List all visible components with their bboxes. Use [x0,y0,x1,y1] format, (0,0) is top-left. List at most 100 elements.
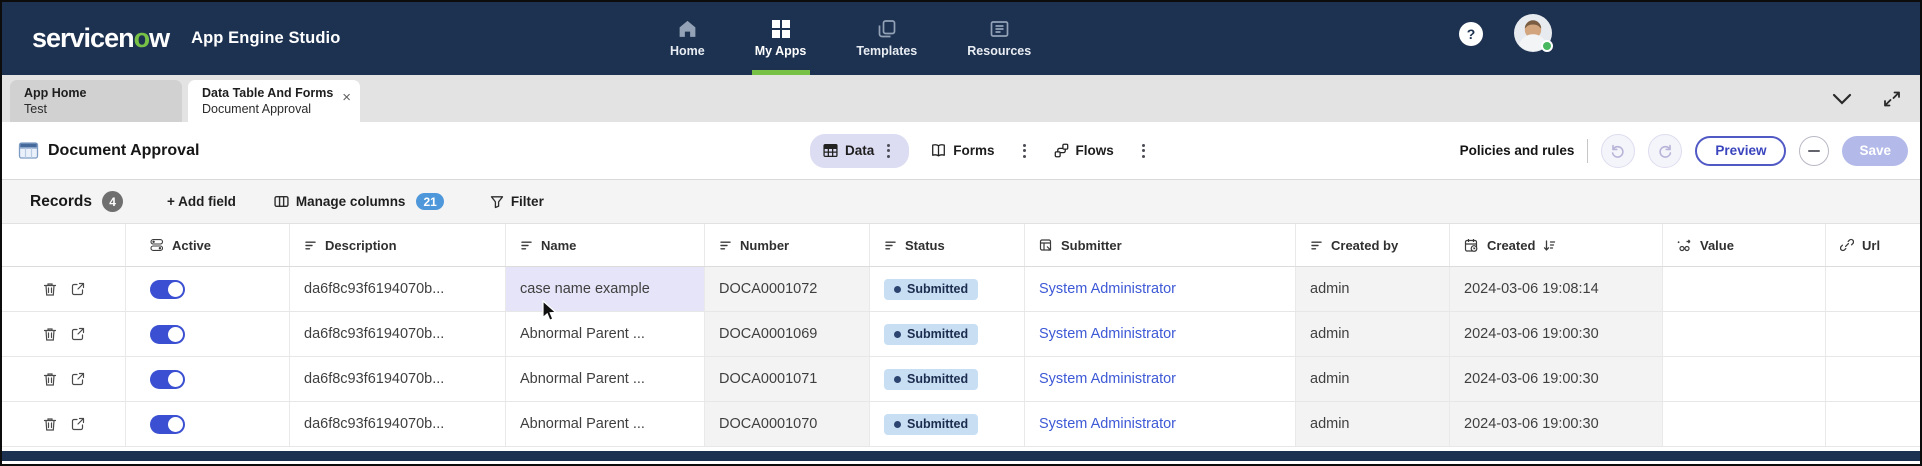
column-header-value[interactable]: Value [1663,224,1826,266]
description-cell[interactable]: da6f8c93f6194070b... [290,402,506,446]
url-cell[interactable] [1826,312,1920,356]
name-cell-selected[interactable]: case name example [506,267,705,311]
value-cell[interactable] [1663,357,1826,401]
submitter-cell: System Administrator [1025,402,1296,446]
nav-item-my-apps[interactable]: My Apps [749,2,813,75]
column-label-created: Created [1487,238,1535,253]
manage-columns-button[interactable]: Manage columns 21 [274,193,444,210]
name-cell[interactable]: Abnormal Parent ... [506,402,705,446]
row-actions-cell [2,312,126,356]
column-label-number: Number [740,238,789,253]
records-toolbar: Records 4 + Add field Manage columns 21 … [2,180,1920,224]
status-cell[interactable]: Submitted [870,402,1025,446]
status-label: Submitted [907,282,968,296]
row-actions-cell [2,357,126,401]
chevron-down-icon[interactable] [1832,93,1852,105]
flows-view-icon [1054,143,1069,158]
description-cell[interactable]: da6f8c93f6194070b... [290,267,506,311]
url-cell[interactable] [1826,267,1920,311]
tab-app-home-subtitle: Test [24,101,168,117]
active-toggle-on[interactable] [150,415,185,434]
resources-icon [989,19,1010,39]
description-cell[interactable]: da6f8c93f6194070b... [290,312,506,356]
active-toggle-on[interactable] [150,325,185,344]
value-cell[interactable] [1663,267,1826,311]
status-cell[interactable]: Submitted [870,312,1025,356]
flows-options-kebab-icon[interactable] [1136,140,1151,162]
url-cell[interactable] [1826,402,1920,446]
delete-record-icon[interactable] [43,327,57,342]
created-cell: 2024-03-06 19:08:14 [1450,267,1663,311]
open-record-icon[interactable] [71,417,85,431]
view-flows-label: Flows [1076,143,1114,158]
manage-columns-label: Manage columns [296,194,406,209]
redo-button[interactable] [1648,134,1682,168]
filter-button[interactable]: Filter [490,194,544,209]
status-badge: Submitted [884,369,978,390]
data-options-kebab-icon[interactable] [881,140,896,162]
column-header-created[interactable]: Created [1450,224,1663,266]
manage-columns-count-badge: 21 [416,193,443,210]
column-label-value: Value [1700,238,1734,253]
column-header-url[interactable]: Url [1826,224,1920,266]
delete-record-icon[interactable] [43,372,57,387]
column-header-status[interactable]: Status [870,224,1025,266]
view-flows[interactable]: Flows [1054,143,1114,158]
nav-item-resources[interactable]: Resources [961,2,1037,75]
status-dot-icon [894,286,901,293]
delete-record-icon[interactable] [43,282,57,297]
product-name: App Engine Studio [191,29,340,48]
help-button[interactable]: ? [1459,22,1483,46]
toolbar-divider [1587,139,1588,163]
delete-record-icon[interactable] [43,417,57,432]
created-cell: 2024-03-06 19:00:30 [1450,312,1663,356]
text-field-icon [304,239,317,252]
undo-button[interactable] [1601,134,1635,168]
tab-close-icon[interactable]: × [342,91,351,105]
open-record-icon[interactable] [71,372,85,386]
brand[interactable]: servicenow App Engine Studio [32,2,340,75]
user-avatar[interactable] [1514,14,1552,52]
sort-descending-icon[interactable] [1543,239,1556,252]
app-engine-studio-window: servicenow App Engine Studio Home My App… [0,0,1922,466]
open-record-icon[interactable] [71,282,85,296]
forms-options-kebab-icon[interactable] [1017,140,1032,162]
column-header-number[interactable]: Number [705,224,870,266]
status-cell[interactable]: Submitted [870,267,1025,311]
active-toggle-on[interactable] [150,280,185,299]
policies-and-rules-link[interactable]: Policies and rules [1460,143,1575,158]
status-cell[interactable]: Submitted [870,357,1025,401]
url-cell[interactable] [1826,357,1920,401]
nav-item-home[interactable]: Home [664,2,711,75]
number-cell: DOCA0001070 [705,402,870,446]
add-field-button[interactable]: + Add field [167,194,236,209]
submitter-link[interactable]: System Administrator [1039,371,1176,387]
name-cell[interactable]: Abnormal Parent ... [506,357,705,401]
submitter-link[interactable]: System Administrator [1039,326,1176,342]
value-cell[interactable] [1663,402,1826,446]
expand-icon[interactable] [1882,89,1902,109]
view-data-selected[interactable]: Data [810,134,909,168]
active-cell [126,357,290,401]
value-cell[interactable] [1663,312,1826,356]
column-header-name[interactable]: Name [506,224,705,266]
nav-item-templates[interactable]: Templates [850,2,923,75]
column-header-submitter[interactable]: Submitter [1025,224,1296,266]
tab-document-approval[interactable]: Data Table And Forms Document Approval × [188,80,360,122]
column-header-created-by[interactable]: Created by [1296,224,1450,266]
active-toggle-on[interactable] [150,370,185,389]
view-forms[interactable]: Forms [931,143,994,158]
description-cell[interactable]: da6f8c93f6194070b... [290,357,506,401]
submitter-link[interactable]: System Administrator [1039,416,1176,432]
tab-app-home[interactable]: App Home Test [10,80,182,122]
created-cell: 2024-03-06 19:00:30 [1450,357,1663,401]
name-cell[interactable]: Abnormal Parent ... [506,312,705,356]
save-button[interactable]: Save [1842,136,1908,166]
column-header-active[interactable]: Active [126,224,290,266]
preview-button[interactable]: Preview [1695,136,1786,166]
created-by-cell: admin [1296,312,1450,356]
open-record-icon[interactable] [71,327,85,341]
column-header-description[interactable]: Description [290,224,506,266]
submitter-link[interactable]: System Administrator [1039,281,1176,297]
minimize-button[interactable] [1799,136,1829,166]
